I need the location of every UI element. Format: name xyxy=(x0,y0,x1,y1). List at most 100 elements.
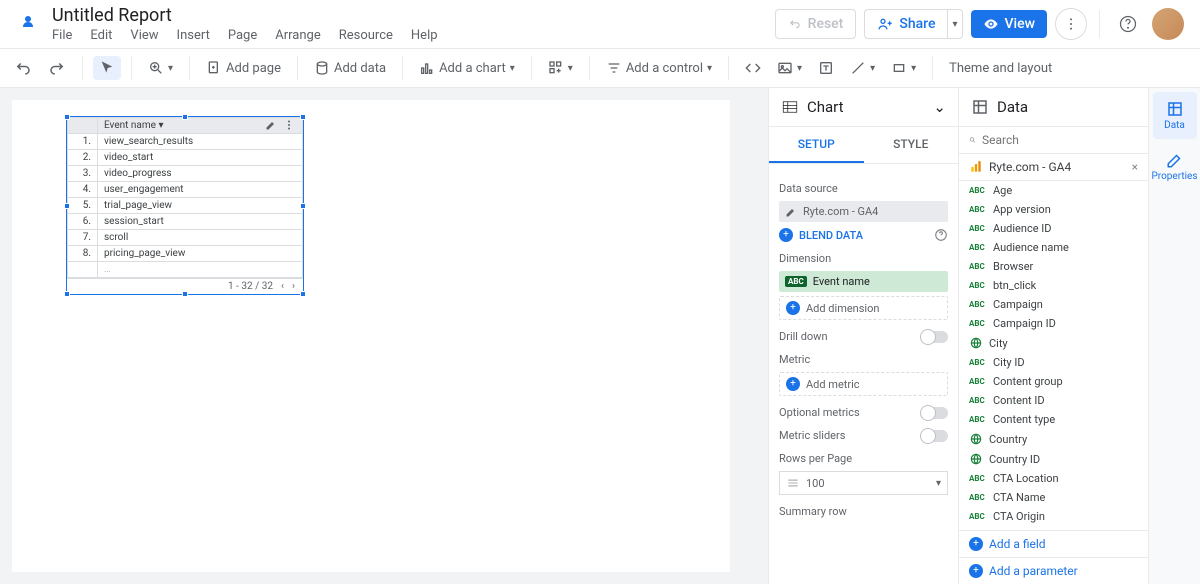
style-tab[interactable]: STYLE xyxy=(864,127,959,163)
field-item[interactable]: ABCContent type xyxy=(959,410,1148,429)
field-item[interactable]: ABCAudience name xyxy=(959,238,1148,257)
optional-metrics-toggle[interactable] xyxy=(922,407,948,419)
field-search[interactable] xyxy=(959,127,1148,154)
account-avatar[interactable] xyxy=(1152,8,1184,40)
theme-layout-button[interactable]: Theme and layout xyxy=(943,57,1058,80)
report-page[interactable]: Event name ▾ 1.view_search_results 2.vid… xyxy=(12,100,730,572)
add-control-button[interactable]: Add a control▾ xyxy=(600,56,718,80)
chart-icon xyxy=(419,60,435,76)
menu-help[interactable]: Help xyxy=(411,28,438,43)
field-item[interactable]: Country ID xyxy=(959,449,1148,469)
field-item[interactable]: ABCCTA Location xyxy=(959,469,1148,488)
plus-icon: + xyxy=(786,301,800,315)
undo-icon xyxy=(788,17,802,31)
field-item[interactable]: City xyxy=(959,333,1148,353)
help-icon[interactable] xyxy=(934,228,948,242)
field-item[interactable]: ABCContent group xyxy=(959,372,1148,391)
menu-file[interactable]: File xyxy=(52,28,72,43)
prev-page-icon[interactable]: ‹ xyxy=(281,281,284,292)
setup-tab[interactable]: SETUP xyxy=(769,127,864,163)
community-viz-button[interactable]: ▾ xyxy=(542,56,579,80)
drill-down-toggle[interactable] xyxy=(922,331,948,343)
help-button[interactable] xyxy=(1112,8,1144,40)
field-item[interactable]: ABCbtn_click xyxy=(959,276,1148,295)
table-row: video_progress xyxy=(98,166,303,182)
cursor-icon xyxy=(99,60,115,76)
menu-resource[interactable]: Resource xyxy=(339,28,393,43)
add-field-link[interactable]: + Add a field xyxy=(959,530,1148,557)
next-page-icon[interactable]: › xyxy=(292,281,295,292)
line-button[interactable]: ▾ xyxy=(844,56,881,80)
zoom-tool[interactable]: ▾ xyxy=(142,56,179,80)
add-parameter-link[interactable]: + Add a parameter xyxy=(959,557,1148,584)
table-row: scroll xyxy=(98,230,303,246)
add-data-button[interactable]: Add data xyxy=(308,56,392,80)
metric-sliders-toggle[interactable] xyxy=(922,430,948,442)
data-source-chip[interactable]: Ryte.com - GA4 xyxy=(779,201,948,222)
dimension-label: Dimension xyxy=(779,252,948,265)
chart-type-dropdown[interactable]: ⌄ xyxy=(933,98,946,116)
summary-row-label: Summary row xyxy=(779,505,948,518)
dimension-chip[interactable]: ABC Event name xyxy=(779,271,948,292)
search-input[interactable] xyxy=(982,133,1138,147)
table-row: pricing_page_view xyxy=(98,246,303,262)
rect-icon xyxy=(891,60,907,76)
view-button[interactable]: View xyxy=(971,10,1048,38)
share-button[interactable]: Share xyxy=(864,9,947,39)
field-item[interactable]: ABCApp version xyxy=(959,200,1148,219)
field-item[interactable]: ABCAudience ID xyxy=(959,219,1148,238)
field-list: ABCAgeABCApp versionABCAudience IDABCAud… xyxy=(959,181,1148,530)
reset-button[interactable]: Reset xyxy=(775,9,857,39)
table-row: video_start xyxy=(98,150,303,166)
app-header: Untitled Report File Edit View Insert Pa… xyxy=(0,0,1200,48)
image-button[interactable]: ▾ xyxy=(771,56,808,80)
document-title[interactable]: Untitled Report xyxy=(52,5,775,26)
field-item[interactable]: ABCCampaign xyxy=(959,295,1148,314)
more-options-button[interactable] xyxy=(1055,8,1087,40)
sort-icon[interactable]: ▾ xyxy=(158,120,163,131)
more-vert-icon[interactable] xyxy=(283,119,295,131)
embed-button[interactable] xyxy=(739,56,767,80)
canvas-area[interactable]: Event name ▾ 1.view_search_results 2.vid… xyxy=(0,88,768,584)
field-item[interactable]: ABCBrowser xyxy=(959,257,1148,276)
data-tab[interactable]: Data xyxy=(1153,92,1197,139)
add-page-button[interactable]: Add page xyxy=(200,56,287,80)
zoom-icon xyxy=(148,60,164,76)
menu-view[interactable]: View xyxy=(130,28,158,43)
undo-button[interactable] xyxy=(8,55,38,81)
add-dimension-button[interactable]: + Add dimension xyxy=(779,296,948,320)
field-item[interactable]: ABCCity ID xyxy=(959,353,1148,372)
table-chart[interactable]: Event name ▾ 1.view_search_results 2.vid… xyxy=(66,116,304,295)
properties-tab[interactable]: Properties xyxy=(1153,143,1197,190)
menu-arrange[interactable]: Arrange xyxy=(275,28,320,43)
field-item[interactable]: ABCCTA Origin xyxy=(959,507,1148,526)
data-source-header[interactable]: Ryte.com - GA4 × xyxy=(959,154,1148,181)
menu-page[interactable]: Page xyxy=(228,28,257,43)
add-metric-button[interactable]: + Add metric xyxy=(779,372,948,396)
blend-data-link[interactable]: BLEND DATA xyxy=(799,229,863,242)
rows-per-page-select[interactable]: 100 ▾ xyxy=(779,471,948,495)
redo-icon xyxy=(48,59,66,77)
field-item[interactable]: ABCContent ID xyxy=(959,391,1148,410)
pencil-icon[interactable] xyxy=(265,119,277,131)
code-icon xyxy=(745,60,761,76)
field-item[interactable]: ABCCTA Name xyxy=(959,488,1148,507)
redo-button[interactable] xyxy=(42,55,72,81)
filter-icon xyxy=(606,60,622,76)
select-tool[interactable] xyxy=(93,56,121,80)
menu-insert[interactable]: Insert xyxy=(177,28,210,43)
abc-badge: ABC xyxy=(785,276,807,287)
field-item[interactable]: ABCAge xyxy=(959,181,1148,200)
add-chart-button[interactable]: Add a chart▾ xyxy=(413,56,521,80)
close-icon[interactable]: × xyxy=(1132,160,1138,174)
divider xyxy=(1099,10,1100,38)
database-icon xyxy=(314,60,330,76)
menu-edit[interactable]: Edit xyxy=(90,28,112,43)
field-item[interactable]: ABCCampaign ID xyxy=(959,314,1148,333)
text-button[interactable] xyxy=(812,56,840,80)
share-dropdown-button[interactable]: ▾ xyxy=(947,9,962,39)
field-item[interactable]: Country xyxy=(959,429,1148,449)
looker-studio-logo[interactable] xyxy=(16,12,40,36)
table-row: … xyxy=(98,262,303,278)
shape-button[interactable]: ▾ xyxy=(885,56,922,80)
